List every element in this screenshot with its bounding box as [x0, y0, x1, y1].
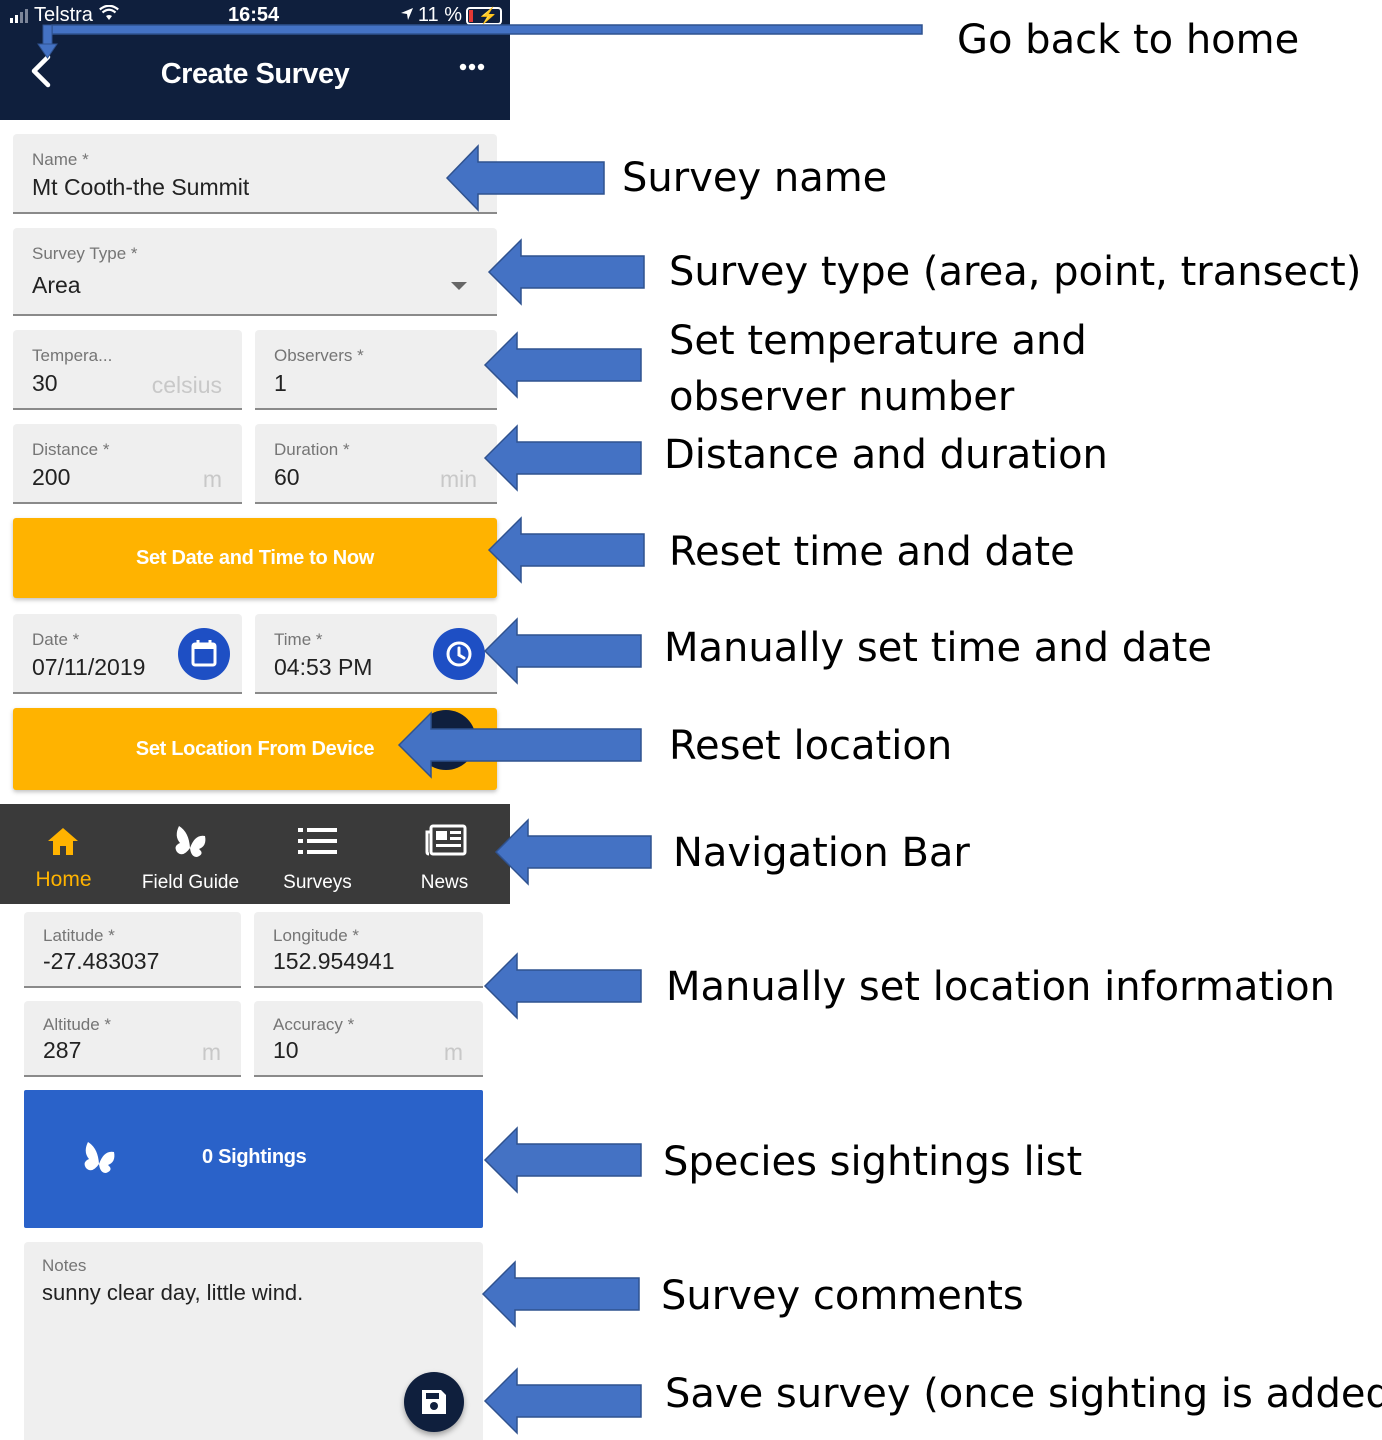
save-icon[interactable] — [416, 710, 476, 770]
arrow-type — [487, 238, 645, 306]
temperature-value: 30 — [32, 370, 58, 396]
temperature-field[interactable]: Tempera... 30 celsius — [13, 330, 242, 410]
annotation-type: Survey type (area, point, transect) — [669, 249, 1362, 295]
status-bar: Telstra 16:54 11 % ⚡ — [0, 0, 510, 30]
latitude-label: Latitude * — [43, 926, 115, 945]
nav-surveys-label: Surveys — [283, 872, 352, 893]
carrier-group: Telstra — [10, 4, 119, 27]
location-form: Latitude * -27.483037 Longitude * 152.95… — [0, 904, 510, 1440]
name-field[interactable]: Name * Mt Cooth-the Summit — [13, 134, 497, 214]
page-title: Create Survey — [160, 58, 350, 90]
time-label: Time * — [274, 630, 323, 649]
clock-icon[interactable] — [433, 628, 485, 680]
altitude-field[interactable]: Altitude * 287 m — [24, 1001, 241, 1077]
observers-value: 1 — [274, 370, 287, 396]
set-datetime-now-button[interactable]: Set Date and Time to Now — [13, 518, 497, 598]
notes-value: sunny clear day, little wind. — [42, 1280, 304, 1305]
longitude-value: 152.954941 — [273, 948, 395, 974]
annotation-temp-line2: observer number — [669, 374, 1015, 420]
annotation-comments: Survey comments — [661, 1273, 1024, 1319]
accuracy-unit: m — [443, 1039, 463, 1065]
save-survey-button[interactable] — [404, 1372, 464, 1432]
altitude-unit: m — [201, 1039, 221, 1065]
annotation-temp-line1: Set temperature and — [669, 318, 1087, 364]
distance-unit: m — [202, 466, 222, 492]
accuracy-field[interactable]: Accuracy * 10 m — [254, 1001, 483, 1077]
duration-value: 60 — [274, 464, 300, 490]
battery-percent: 11 % — [417, 4, 462, 26]
duration-unit: min — [439, 466, 477, 492]
survey-type-select[interactable]: Survey Type * Area — [13, 228, 497, 316]
nav-home-label: Home — [35, 868, 92, 891]
duration-label: Duration * — [274, 440, 350, 459]
duration-field[interactable]: Duration * 60 min — [255, 424, 497, 504]
dropdown-caret-icon — [451, 282, 467, 290]
temperature-label: Tempera... — [32, 346, 113, 365]
wifi-icon — [99, 4, 119, 27]
observers-label: Observers * — [274, 346, 364, 365]
newspaper-icon — [425, 824, 467, 856]
annotation-reset-location: Reset location — [669, 723, 953, 769]
name-label: Name * — [32, 150, 89, 169]
time-value: 04:53 PM — [274, 654, 373, 680]
status-time: 16:54 — [228, 4, 280, 26]
arrow-reset-time — [487, 516, 645, 584]
list-icon — [298, 828, 337, 854]
nav-field-guide-label: Field Guide — [141, 872, 240, 893]
longitude-field[interactable]: Longitude * 152.954941 — [254, 912, 483, 988]
save-icon — [422, 1390, 446, 1414]
sightings-count: 0 Sightings — [202, 1146, 307, 1168]
nav-home[interactable]: Home — [0, 804, 127, 904]
annotation-distance: Distance and duration — [664, 432, 1108, 478]
annotation-nav: Navigation Bar — [673, 830, 970, 876]
survey-type-label: Survey Type * — [32, 244, 138, 263]
observers-field[interactable]: Observers * 1 — [255, 330, 497, 410]
carrier-name: Telstra — [34, 4, 93, 26]
arrow-nav — [494, 818, 652, 886]
altitude-label: Altitude * — [43, 1015, 112, 1034]
nav-news[interactable]: News — [381, 804, 508, 904]
butterfly-icon — [84, 1142, 115, 1173]
distance-field[interactable]: Distance * 200 m — [13, 424, 242, 504]
nav-field-guide[interactable]: Field Guide — [127, 804, 254, 904]
survey-form: Name * Mt Cooth-the Summit Survey Type *… — [0, 120, 510, 804]
annotation-sightings: Species sightings list — [663, 1139, 1083, 1185]
signal-icon — [10, 8, 28, 23]
name-value: Mt Cooth-the Summit — [32, 174, 250, 200]
location-arrow-icon — [400, 4, 414, 27]
annotation-name: Survey name — [622, 155, 888, 201]
annotation-manual-time: Manually set time and date — [664, 625, 1212, 671]
distance-value: 200 — [32, 464, 71, 490]
status-right: 11 % ⚡ — [400, 4, 502, 27]
sightings-list-button[interactable]: 0 Sightings — [24, 1090, 483, 1228]
nav-surveys[interactable]: Surveys — [254, 804, 381, 904]
annotation-reset-time: Reset time and date — [669, 529, 1075, 575]
longitude-label: Longitude * — [273, 926, 360, 945]
notes-label: Notes — [42, 1256, 87, 1275]
home-icon — [48, 828, 78, 855]
calendar-icon[interactable] — [178, 628, 230, 680]
accuracy-value: 10 — [273, 1037, 299, 1063]
date-field[interactable]: Date * 07/11/2019 — [13, 614, 242, 694]
temperature-unit: celsius — [151, 372, 222, 398]
date-value: 07/11/2019 — [32, 654, 146, 680]
accuracy-label: Accuracy * — [273, 1015, 355, 1034]
distance-label: Distance * — [32, 440, 110, 459]
app-bar: Create Survey — [0, 30, 510, 120]
butterfly-icon — [175, 826, 206, 857]
date-label: Date * — [32, 630, 80, 649]
navigation-bar: Home Field Guide Surveys News — [0, 804, 510, 904]
annotation-back: Go back to home — [957, 17, 1300, 63]
nav-news-label: News — [420, 872, 469, 893]
survey-type-value: Area — [32, 272, 81, 298]
annotation-save: Save survey (once sighting is added) — [665, 1371, 1382, 1417]
annotation-manual-location: Manually set location information — [666, 964, 1335, 1010]
latitude-field[interactable]: Latitude * -27.483037 — [24, 912, 241, 988]
time-field[interactable]: Time * 04:53 PM — [255, 614, 497, 694]
latitude-value: -27.483037 — [43, 948, 160, 974]
battery-icon: ⚡ — [466, 6, 502, 25]
altitude-value: 287 — [43, 1037, 82, 1063]
more-horizontal-icon[interactable] — [458, 52, 488, 90]
